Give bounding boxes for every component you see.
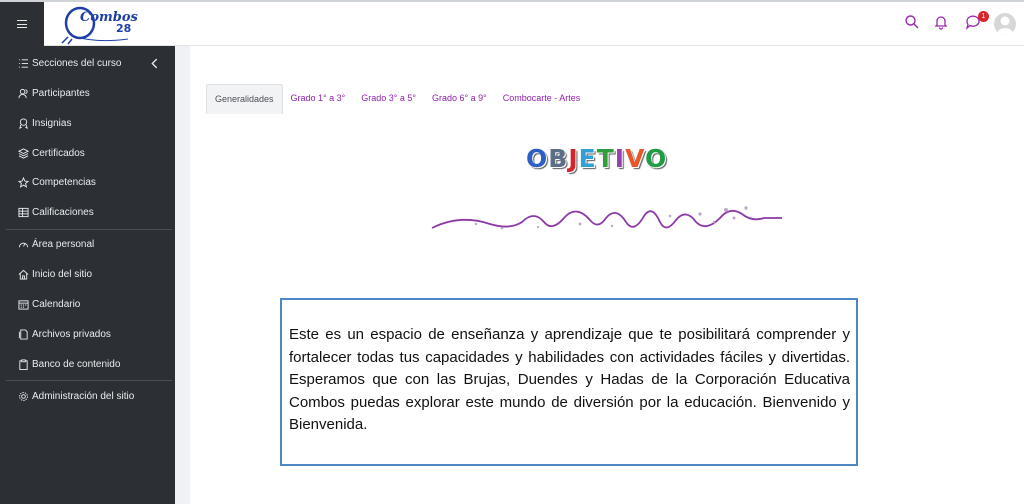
bell-icon[interactable] [933, 14, 949, 30]
sidebar-item-competencias[interactable]: Competencias [0, 169, 175, 195]
search-icon[interactable] [904, 14, 920, 30]
sidebar-item-area-personal[interactable]: Área personal [0, 231, 175, 257]
objetivo-letter: E [578, 144, 597, 173]
calendar-icon [18, 299, 29, 310]
sidebar-item-label: Banco de contenido [32, 358, 121, 370]
sidebar-item-certificados[interactable]: Certificados [0, 140, 175, 166]
tab-grado-3-5[interactable]: Grado 3° a 5° [353, 84, 424, 114]
clipboard-icon [19, 358, 28, 370]
course-tabs: Generalidades Grado 1° a 3° Grado 3° a 5… [206, 84, 588, 114]
sidebar-item-calificaciones[interactable]: Calificaciones [0, 199, 175, 225]
sidebar-item-label: Participantes [32, 87, 90, 99]
sidebar-item-label: Competencias [32, 176, 96, 188]
gear-icon [19, 391, 28, 401]
drawer-toggle[interactable] [0, 2, 44, 46]
file-icon [18, 328, 28, 340]
sidebar-divider [6, 229, 172, 230]
star-icon [18, 176, 29, 188]
sidebar-item-label: Calificaciones [32, 206, 94, 218]
sidebar-item-insignias[interactable]: Insignias [0, 110, 175, 136]
tab-grado-1-3[interactable]: Grado 1° a 3° [283, 84, 354, 114]
tab-grado-6-9[interactable]: Grado 6° a 9° [424, 84, 495, 114]
sidebar-item-calendario[interactable]: Calendario [0, 291, 175, 317]
objetivo-letter: B [548, 144, 569, 173]
tab-generalidades[interactable]: Generalidades [206, 84, 283, 114]
sidebar-item-archivos-privados[interactable]: Archivos privados [0, 321, 175, 347]
top-navbar: Combos 28 1 [0, 2, 1024, 46]
tab-combocarte-artes[interactable]: Combocarte - Artes [495, 84, 589, 114]
sidebar-item-label: Administración del sitio [32, 390, 135, 402]
hamburger-icon[interactable] [17, 20, 27, 28]
notification-badge: 1 [978, 11, 989, 22]
course-sidebar: Secciones del curso Participantes Insign… [0, 46, 175, 504]
site-logo[interactable]: Combos 28 [58, 3, 140, 45]
course-main-content: Generalidades Grado 1° a 3° Grado 3° a 5… [190, 46, 1024, 504]
user-avatar[interactable] [994, 13, 1016, 35]
dashboard-icon [18, 242, 29, 247]
objetivo-letter: V [625, 144, 646, 173]
sidebar-item-label: Inicio del sitio [32, 268, 93, 280]
sidebar-item-label: Área personal [32, 238, 95, 250]
table-icon [18, 207, 29, 217]
sidebar-item-label: Secciones del curso [32, 57, 122, 69]
sidebar-item-participantes[interactable]: Participantes [0, 80, 175, 106]
layers-icon [18, 147, 29, 159]
sidebar-item-label: Insignias [32, 117, 72, 129]
objetivo-letter: O [526, 144, 549, 173]
badge-icon [19, 117, 28, 129]
sidebar-item-label: Calendario [32, 298, 81, 310]
decorative-squiggle [431, 206, 782, 230]
sidebar-divider [6, 380, 172, 381]
users-icon [18, 88, 28, 98]
description-text: Este es un espacio de enseñanza y aprend… [289, 326, 850, 433]
sidebar-item-banco-contenido[interactable]: Banco de contenido [0, 351, 175, 377]
description-box: Este es un espacio de enseñanza y aprend… [280, 298, 858, 466]
sidebar-item-label: Archivos privados [32, 328, 111, 340]
objetivo-heading: OBJETIVO [526, 144, 667, 173]
objetivo-letter: I [614, 144, 626, 173]
sidebar-item-label: Certificados [32, 147, 85, 159]
sidebar-item-administracion[interactable]: Administración del sitio [0, 383, 175, 409]
objetivo-letter: O [645, 144, 668, 173]
objetivo-letter: T [596, 144, 615, 173]
logo-number: 28 [116, 22, 131, 35]
home-icon [18, 269, 29, 280]
sidebar-item-inicio-sitio[interactable]: Inicio del sitio [0, 261, 175, 287]
list-icon [18, 58, 29, 68]
chevron-left-icon[interactable] [149, 58, 160, 69]
sidebar-item-secciones[interactable]: Secciones del curso [0, 50, 175, 76]
objetivo-letter: J [568, 144, 579, 173]
